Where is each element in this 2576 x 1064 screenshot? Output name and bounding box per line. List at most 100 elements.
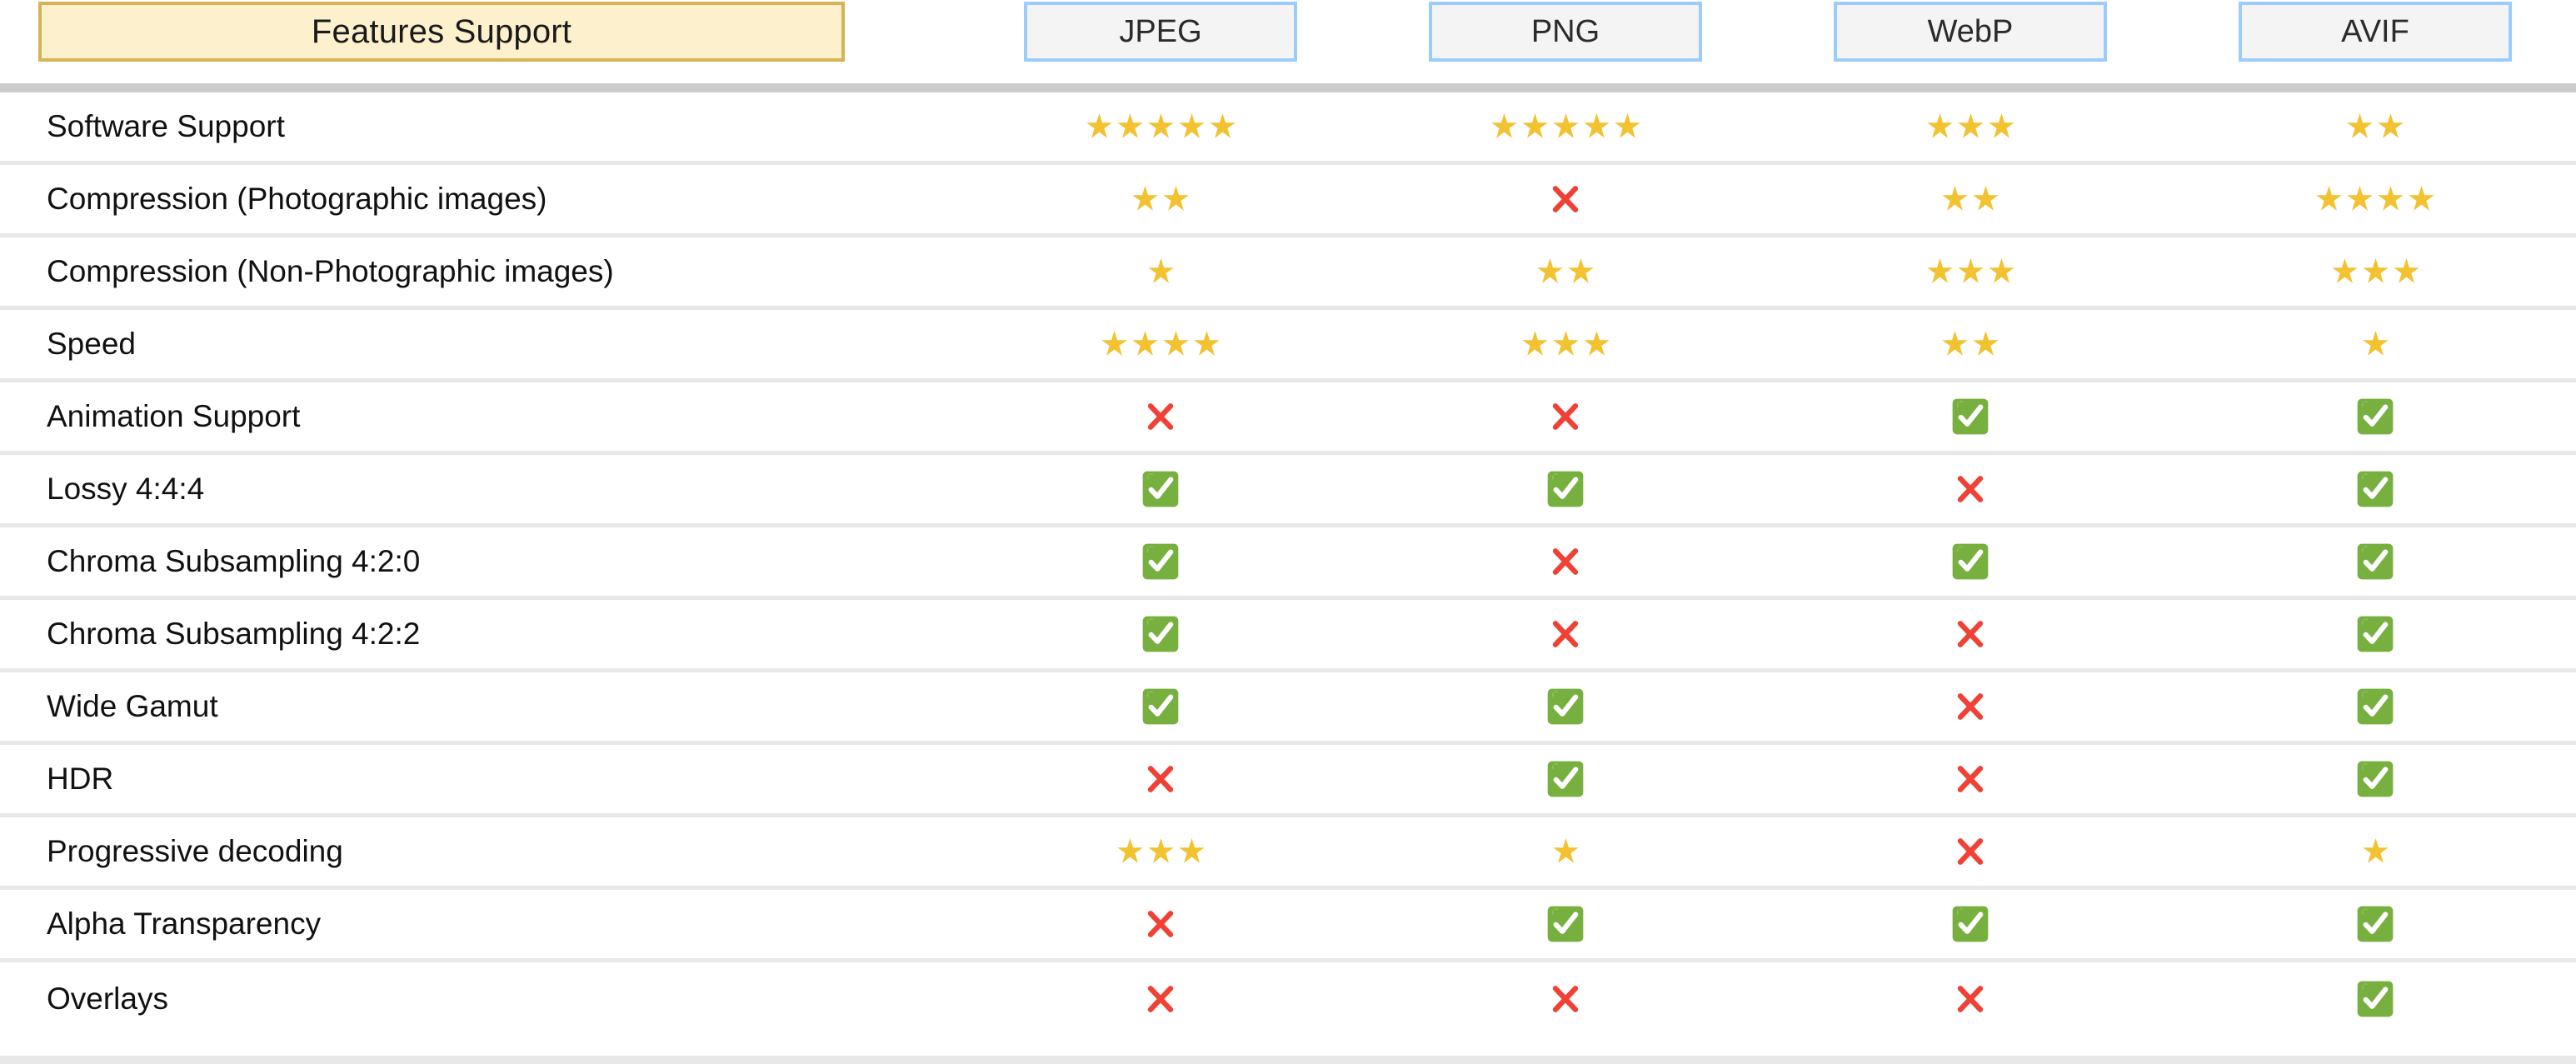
cell-wide-gamut-webp — [1768, 672, 2173, 741]
column-header-jpeg[interactable]: JPEG — [1024, 2, 1297, 62]
cell-hdr-avif — [2173, 745, 2576, 813]
table-row: Overlays — [0, 962, 2576, 1035]
star-icon — [1146, 835, 1176, 868]
cell-chroma-subsampling-4-2-0-avif — [2173, 527, 2576, 596]
cell-overlays-webp — [1768, 962, 2173, 1035]
table-row: Compression (Photographic images) — [0, 165, 2576, 237]
cell-lossy-4-4-4-png — [1363, 455, 1768, 523]
star-icon — [2375, 182, 2406, 216]
cross-mark-icon — [1545, 542, 1585, 582]
star-icon — [1099, 327, 1130, 361]
column-header-png[interactable]: PNG — [1429, 2, 1702, 62]
table-row: HDR — [0, 745, 2576, 817]
cross-mark-icon — [1950, 759, 1990, 799]
feature-label-overlays: Overlays — [47, 981, 168, 1016]
cell-chroma-subsampling-4-2-2-jpeg — [958, 600, 1363, 668]
star-icon — [1130, 182, 1161, 216]
cell-compression-non-photographic-images-webp — [1768, 237, 2173, 306]
cross-mark-icon — [1950, 687, 1990, 727]
table-body: Software Support Compression (Photographi… — [0, 92, 2576, 1035]
star-icon — [1581, 110, 1612, 143]
table-row: Chroma Subsampling 4:2:2 — [0, 600, 2576, 672]
cross-mark-icon — [1141, 904, 1181, 944]
cell-progressive-decoding-jpeg — [958, 817, 1363, 886]
star-icon — [1161, 182, 1191, 216]
star-icon — [1161, 327, 1191, 361]
cell-chroma-subsampling-4-2-2-avif — [2173, 600, 2576, 668]
star-icon — [1207, 110, 1238, 143]
cell-progressive-decoding-avif — [2173, 817, 2576, 886]
cell-compression-non-photographic-images-png — [1363, 237, 1768, 306]
table-header-row: Features Support JPEG PNG WebP AVIF — [0, 0, 2576, 70]
cell-overlays-avif — [2173, 962, 2576, 1035]
cell-speed-png — [1363, 310, 1768, 378]
star-icon — [1955, 110, 1986, 143]
check-mark-icon — [2355, 614, 2395, 654]
table-row: Wide Gamut — [0, 672, 2576, 745]
star-rating — [1939, 327, 2001, 361]
cell-speed-avif — [2173, 310, 2576, 378]
cross-mark-icon — [1950, 614, 1990, 654]
star-rating — [1099, 327, 1222, 361]
column-header-webp[interactable]: WebP — [1834, 2, 2107, 62]
star-icon — [2329, 255, 2360, 288]
cross-mark-icon — [1950, 832, 1990, 872]
cell-animation-support-jpeg — [958, 382, 1363, 451]
check-mark-icon — [1950, 542, 1990, 582]
table-row: Chroma Subsampling 4:2:0 — [0, 527, 2576, 600]
table-row: Alpha Transparency — [0, 890, 2576, 962]
cell-chroma-subsampling-4-2-0-jpeg — [958, 527, 1363, 596]
check-mark-icon — [1141, 542, 1181, 582]
star-icon — [2406, 182, 2437, 216]
feature-label-hdr: HDR — [47, 762, 114, 796]
feature-label-alpha-transparency: Alpha Transparency — [47, 907, 322, 941]
star-icon — [1191, 327, 1222, 361]
star-rating — [1489, 110, 1643, 143]
cell-progressive-decoding-webp — [1768, 817, 2173, 886]
features-support-header: Features Support — [38, 2, 845, 62]
cell-chroma-subsampling-4-2-0-png — [1363, 527, 1768, 596]
cell-lossy-4-4-4-webp — [1768, 455, 2173, 523]
star-icon — [1939, 182, 1970, 216]
star-icon — [1550, 835, 1581, 868]
feature-label-chroma-subsampling-4-2-0: Chroma Subsampling 4:2:0 — [47, 544, 421, 578]
star-icon — [2360, 327, 2391, 361]
column-header-avif[interactable]: AVIF — [2239, 2, 2512, 62]
check-mark-icon — [2355, 979, 2395, 1019]
format-header-cell-jpeg: JPEG — [958, 2, 1363, 62]
star-icon — [1146, 110, 1176, 143]
feature-label-speed: Speed — [47, 327, 136, 361]
cell-alpha-transparency-png — [1363, 890, 1768, 958]
cell-hdr-png — [1363, 745, 1768, 813]
star-icon — [1115, 110, 1146, 143]
table-row: Compression (Non-Photographic images) — [0, 237, 2576, 310]
feature-label-software-support: Software Support — [47, 109, 285, 143]
cell-alpha-transparency-webp — [1768, 890, 2173, 958]
star-rating — [1939, 182, 2001, 216]
feature-label-chroma-subsampling-4-2-2: Chroma Subsampling 4:2:2 — [47, 617, 421, 651]
cell-software-support-avif — [2173, 92, 2576, 161]
cell-software-support-webp — [1768, 92, 2173, 161]
check-mark-icon — [1141, 687, 1181, 727]
feature-label-wide-gamut: Wide Gamut — [47, 689, 218, 723]
format-header-cell-png: PNG — [1363, 2, 1768, 62]
star-icon — [1565, 255, 1596, 288]
cell-software-support-jpeg — [958, 92, 1363, 161]
cell-chroma-subsampling-4-2-0-webp — [1768, 527, 2173, 596]
star-icon — [1612, 110, 1643, 143]
header-divider-rule — [0, 83, 2576, 92]
cell-wide-gamut-png — [1363, 672, 1768, 741]
format-header-cell-webp: WebP — [1768, 2, 2173, 62]
check-mark-icon — [2355, 469, 2395, 509]
cross-mark-icon — [1141, 397, 1181, 437]
cell-speed-jpeg — [958, 310, 1363, 378]
star-icon — [1970, 327, 2001, 361]
cell-hdr-jpeg — [958, 745, 1363, 813]
check-mark-icon — [1545, 904, 1585, 944]
table-row: Animation Support — [0, 382, 2576, 455]
star-rating — [2360, 835, 2391, 868]
cell-alpha-transparency-avif — [2173, 890, 2576, 958]
feature-label-progressive-decoding: Progressive decoding — [47, 834, 343, 868]
star-rating — [1084, 110, 1238, 143]
star-icon — [1535, 255, 1565, 288]
